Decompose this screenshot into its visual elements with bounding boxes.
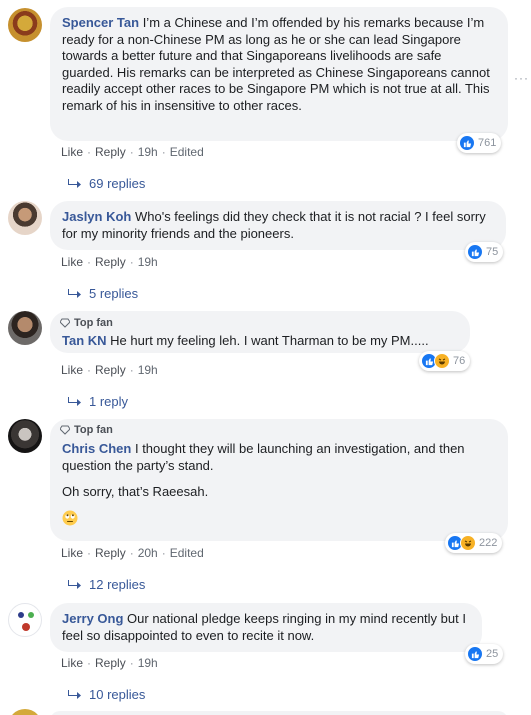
separator: · [129, 145, 134, 159]
view-replies-link[interactable]: 5 replies [67, 286, 138, 301]
like-button[interactable]: Like [61, 656, 83, 670]
replies-count: 5 replies [89, 286, 139, 301]
reaction-summary[interactable]: 25 [465, 644, 504, 664]
reply-arrow-icon [68, 579, 81, 589]
separator: · [87, 363, 92, 377]
haha-reaction-icon [434, 353, 450, 369]
reaction-count: 25 [486, 648, 499, 660]
avatar[interactable] [8, 603, 42, 637]
separator: · [161, 145, 166, 159]
comment-bubble: Chris Chen I thought they will be launch… [50, 419, 508, 541]
comment-author[interactable]: Tan KN [62, 333, 107, 348]
reply-button[interactable]: Reply [95, 363, 126, 377]
haha-reaction-icon [460, 535, 476, 551]
reply-arrow-icon [68, 178, 81, 188]
comment-text: He hurt my feeling leh. I want Tharman t… [110, 333, 429, 348]
like-reaction-icon [467, 646, 483, 662]
rolling-eyes-emoji-icon [62, 510, 78, 526]
comment-text: Our national pledge keeps ringing in my … [62, 611, 466, 643]
comment-author[interactable]: Spencer Tan [62, 15, 139, 30]
separator: · [129, 255, 134, 269]
separator: · [129, 546, 134, 560]
reaction-count: 222 [479, 537, 498, 549]
comment-bubble: Jerry Ong Our national pledge keeps ring… [50, 603, 482, 652]
reply-button[interactable]: Reply [95, 145, 126, 159]
reaction-summary[interactable]: 75 [465, 242, 504, 262]
edited-label[interactable]: Edited [170, 145, 204, 159]
avatar[interactable] [8, 709, 42, 715]
reaction-summary[interactable]: 761 [457, 133, 502, 153]
comment-bubble: Tan KN He hurt my feeling leh. I want Th… [50, 311, 470, 353]
timestamp[interactable]: 20h [138, 546, 158, 560]
diamond-icon [60, 425, 70, 435]
comment-author[interactable]: Jaslyn Koh [62, 209, 131, 224]
replies-count: 1 reply [89, 394, 129, 409]
top-fan-label: Top fan [74, 317, 113, 329]
like-button[interactable]: Like [61, 255, 83, 269]
reaction-count: 76 [453, 355, 466, 367]
more-options-icon[interactable]: ··· [514, 71, 529, 85]
separator: · [87, 255, 92, 269]
separator: · [129, 656, 134, 670]
reaction-count: 75 [486, 246, 499, 258]
like-button[interactable]: Like [61, 546, 83, 560]
view-replies-link[interactable]: 1 reply [67, 394, 128, 409]
avatar[interactable] [8, 311, 42, 345]
replies-count: 69 replies [89, 176, 146, 191]
view-replies-link[interactable]: 10 replies [67, 687, 145, 702]
timestamp[interactable]: 19h [138, 255, 158, 269]
separator: · [129, 363, 134, 377]
replies-count: 10 replies [89, 687, 146, 702]
separator: · [87, 145, 92, 159]
avatar[interactable] [8, 201, 42, 235]
top-fan-badge[interactable]: Top fan [60, 317, 113, 329]
top-fan-badge[interactable]: Top fan [60, 424, 113, 436]
separator: · [161, 546, 166, 560]
separator: · [87, 656, 92, 670]
reply-arrow-icon [68, 396, 81, 406]
reply-button[interactable]: Reply [95, 546, 126, 560]
like-reaction-icon [459, 135, 475, 151]
comment-actions: Like · Reply · 19h [61, 656, 158, 670]
view-replies-link[interactable]: 12 replies [67, 577, 145, 592]
diamond-icon [60, 318, 70, 328]
reply-arrow-icon [68, 288, 81, 298]
timestamp[interactable]: 19h [138, 363, 158, 377]
reply-arrow-icon [68, 689, 81, 699]
edited-label[interactable]: Edited [170, 546, 204, 560]
comment-actions: Like · Reply · 19h · Edited [61, 145, 204, 159]
comment-bubble: Spencer Tan I’m a Chinese and I’m offend… [50, 7, 508, 141]
reaction-summary[interactable]: 76 [419, 351, 471, 371]
like-button[interactable]: Like [61, 363, 83, 377]
reply-button[interactable]: Reply [95, 656, 126, 670]
comment-bubble: Jaslyn Koh Who's feelings did they check… [50, 201, 506, 250]
top-fan-label: Top fan [74, 424, 113, 436]
replies-count: 12 replies [89, 577, 146, 592]
like-button[interactable]: Like [61, 145, 83, 159]
reaction-count: 761 [478, 137, 497, 149]
reaction-summary[interactable]: 222 [445, 533, 503, 553]
timestamp[interactable]: 19h [138, 656, 158, 670]
comment-author[interactable]: Jerry Ong [62, 611, 123, 626]
timestamp[interactable]: 19h [138, 145, 158, 159]
view-replies-link[interactable]: 69 replies [67, 176, 145, 191]
comment-bubble [50, 711, 508, 715]
comment-actions: Like · Reply · 19h [61, 255, 158, 269]
comment-text-paragraph-2: Oh sorry, that’s Raeesah. [62, 484, 209, 499]
avatar[interactable] [8, 419, 42, 453]
like-reaction-icon [467, 244, 483, 260]
comment-author[interactable]: Chris Chen [62, 441, 131, 456]
comment-actions: Like · Reply · 19h [61, 363, 158, 377]
reply-button[interactable]: Reply [95, 255, 126, 269]
comment-actions: Like · Reply · 20h · Edited [61, 546, 204, 560]
separator: · [87, 546, 92, 560]
avatar[interactable] [8, 8, 42, 42]
